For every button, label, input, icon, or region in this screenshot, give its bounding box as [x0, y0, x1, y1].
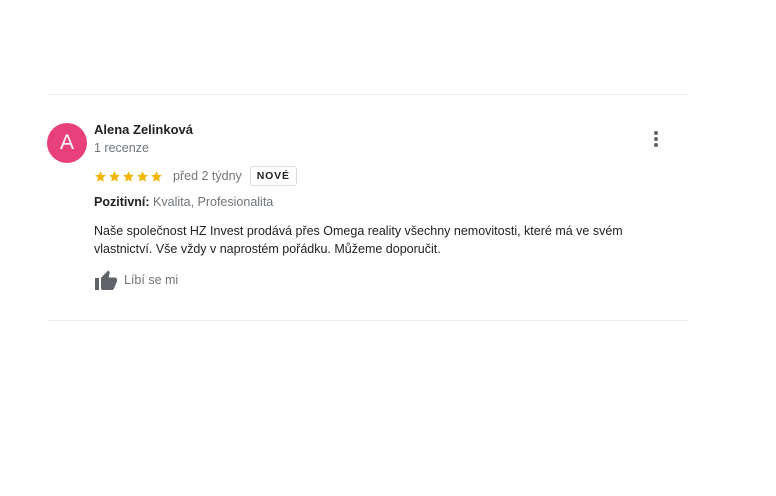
star-rating	[94, 166, 164, 186]
like-button[interactable]: Líbí se mi	[94, 269, 178, 291]
avatar[interactable]: A	[47, 123, 87, 163]
attributes-value: Kvalita, Profesionalita	[153, 195, 274, 209]
review-attributes: Pozitivní: Kvalita, Profesionalita	[94, 195, 273, 209]
more-vert-icon[interactable]	[646, 128, 666, 150]
star-icon	[123, 170, 134, 182]
review-text: Naše společnost HZ Invest prodává přes O…	[94, 224, 623, 256]
star-icon	[137, 170, 148, 182]
attributes-label: Pozitivní:	[94, 195, 150, 209]
new-badge: NOVÉ	[249, 166, 297, 186]
star-icon	[95, 170, 106, 182]
top-divider	[48, 94, 688, 95]
review-page: A Alena Zelinková 1 recenze před 2 týdny…	[0, 0, 776, 496]
review-time: před 2 týdny	[173, 169, 242, 183]
star-icon	[109, 170, 120, 182]
like-label: Líbí se mi	[124, 273, 179, 287]
thumbs-up-icon	[95, 270, 117, 290]
rating-row: před 2 týdny NOVÉ	[94, 166, 297, 186]
review-count: 1 recenze	[94, 141, 149, 155]
bottom-divider	[48, 320, 688, 321]
star-icon	[151, 170, 162, 182]
reviewer-name[interactable]: Alena Zelinková	[94, 122, 193, 137]
